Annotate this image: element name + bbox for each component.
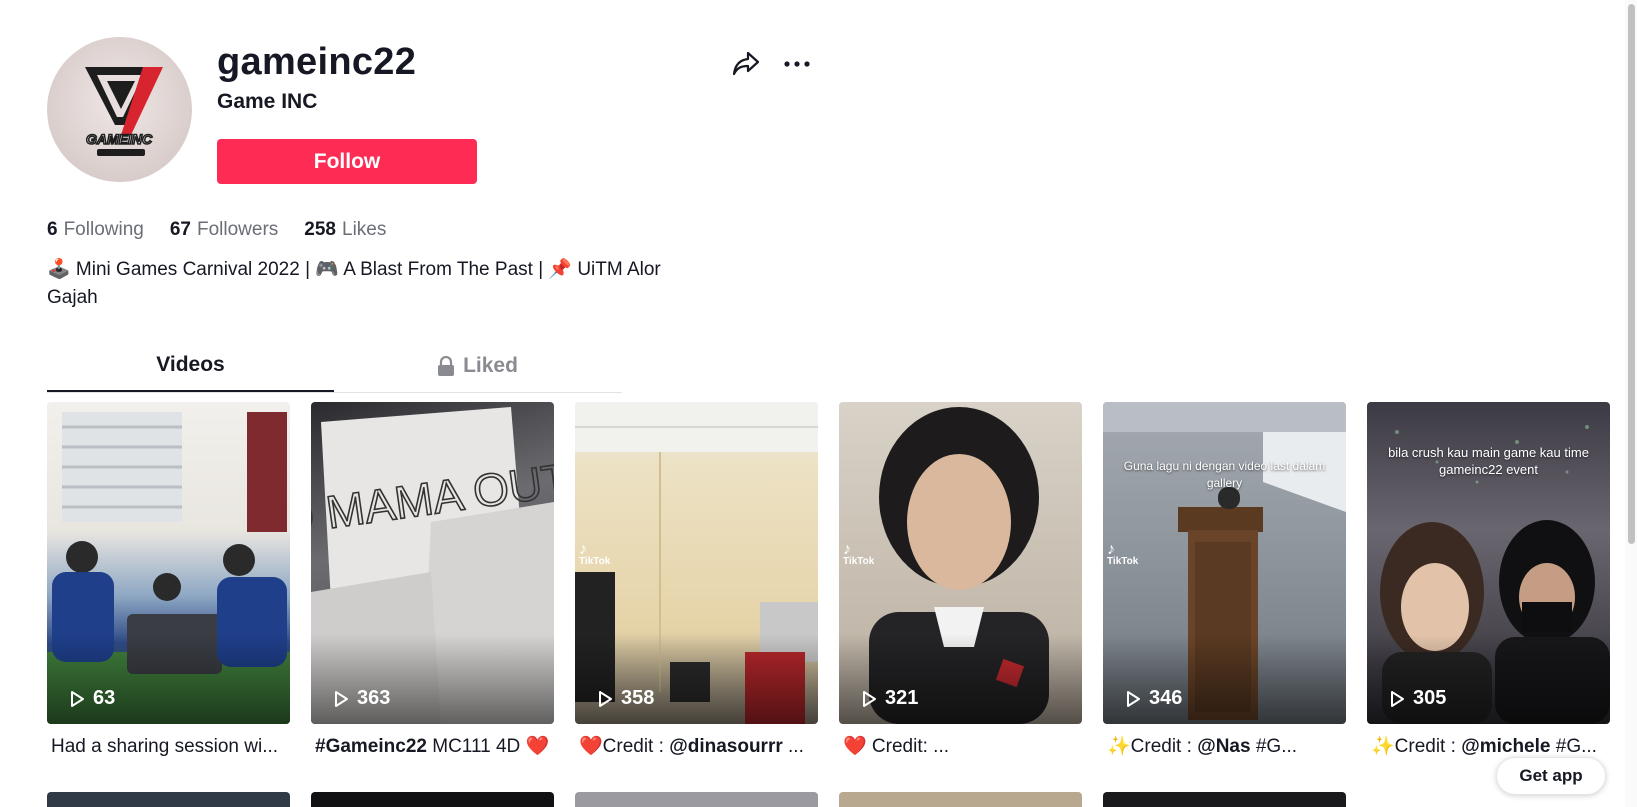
video-thumbnail[interactable] (575, 792, 818, 807)
play-count: 321 (859, 687, 918, 710)
video-overlay-text: Guna lagu ni dengan video last dalam gal… (1123, 459, 1326, 490)
video-caption[interactable]: ❤️ Credit: ... (839, 734, 1082, 760)
video-thumbnail[interactable]: 63 (47, 402, 290, 724)
profile-tabs: Videos Liked (47, 340, 622, 393)
play-count: 346 (1123, 687, 1182, 710)
avatar[interactable]: GAMEINC (47, 37, 192, 182)
play-icon (335, 690, 348, 707)
play-count: 358 (595, 687, 654, 710)
video-card[interactable]: Guna lagu ni dengan video last dalam gal… (1103, 402, 1346, 760)
play-icon (71, 690, 84, 707)
profile-bio: 🕹️ Mini Games Carnival 2022 | 🎮 A Blast … (47, 259, 661, 308)
scrollbar[interactable] (1625, 0, 1637, 807)
video-card[interactable]: ♪ TikTok 358 ❤️Credit : @dinasourrr ... (575, 402, 818, 760)
share-icon[interactable] (731, 48, 761, 78)
tab-liked[interactable]: Liked (334, 340, 621, 392)
video-thumbnail[interactable] (47, 792, 290, 807)
tiktok-watermark: ♪ TikTok (1107, 541, 1139, 568)
video-card[interactable]: bila crush kau main game kau time gamein… (1367, 402, 1610, 760)
video-thumbnail[interactable]: ♪ TikTok 321 (839, 402, 1082, 724)
play-icon (863, 690, 876, 707)
video-caption[interactable]: Had a sharing session wi... (47, 734, 290, 760)
play-icon (599, 690, 612, 707)
video-caption[interactable]: #Gameinc22 MC111 4D ❤️ (311, 734, 554, 760)
video-caption[interactable]: ✨Credit : @Nas #G... (1103, 734, 1346, 760)
tiktok-watermark: ♪ TikTok (579, 541, 611, 568)
profile-username: gameinc22 (217, 41, 417, 83)
more-icon[interactable] (782, 50, 812, 80)
svg-text:GAMEINC: GAMEINC (86, 131, 153, 147)
play-count: 305 (1387, 687, 1446, 710)
tab-videos[interactable]: Videos (47, 340, 334, 392)
following-count[interactable]: 6 Following (47, 217, 144, 243)
scrollbar-thumb[interactable] (1628, 4, 1635, 544)
play-icon (1127, 690, 1140, 707)
likes-count: 258 Likes (304, 219, 387, 240)
video-thumbnail[interactable] (839, 792, 1082, 807)
video-caption[interactable]: ❤️Credit : @dinasourrr ... (575, 734, 818, 760)
video-thumbnail[interactable]: YO MAMA OUT 363 (311, 402, 554, 724)
play-icon (1391, 690, 1404, 707)
video-card[interactable]: ♪ TikTok 321 ❤️ Credit: ... (839, 402, 1082, 760)
video-thumbnail[interactable]: Guna lagu ni dengan video last dalam gal… (1103, 402, 1346, 724)
gameinc-logo: GAMEINC (85, 67, 163, 156)
lock-icon (438, 356, 455, 376)
tiktok-watermark: ♪ TikTok (843, 541, 875, 568)
video-card[interactable]: YO MAMA OUT 363 #Gameinc22 MC111 4D ❤️ (311, 402, 554, 760)
get-app-button[interactable]: Get app (1496, 757, 1606, 795)
video-thumbnail[interactable] (311, 792, 554, 807)
play-count: 363 (331, 687, 390, 710)
play-count: 63 (67, 687, 115, 710)
follow-button[interactable]: Follow (217, 139, 477, 184)
video-card[interactable]: 63 Had a sharing session wi... (47, 402, 290, 760)
profile-nickname: Game INC (217, 90, 318, 113)
profile-page: GAMEINC gameinc22 Game INC Follow 6 Follo… (0, 0, 1637, 807)
video-thumbnail[interactable]: bila crush kau main game kau time gamein… (1367, 402, 1610, 724)
video-thumbnail[interactable]: ♪ TikTok 358 (575, 402, 818, 724)
followers-count[interactable]: 67 Followers (170, 217, 278, 243)
video-thumbnail[interactable] (1103, 792, 1346, 807)
video-overlay-text: bila crush kau main game kau time gamein… (1388, 445, 1589, 477)
profile-stats: 6 Following 67 Followers 258 Likes (47, 217, 386, 243)
